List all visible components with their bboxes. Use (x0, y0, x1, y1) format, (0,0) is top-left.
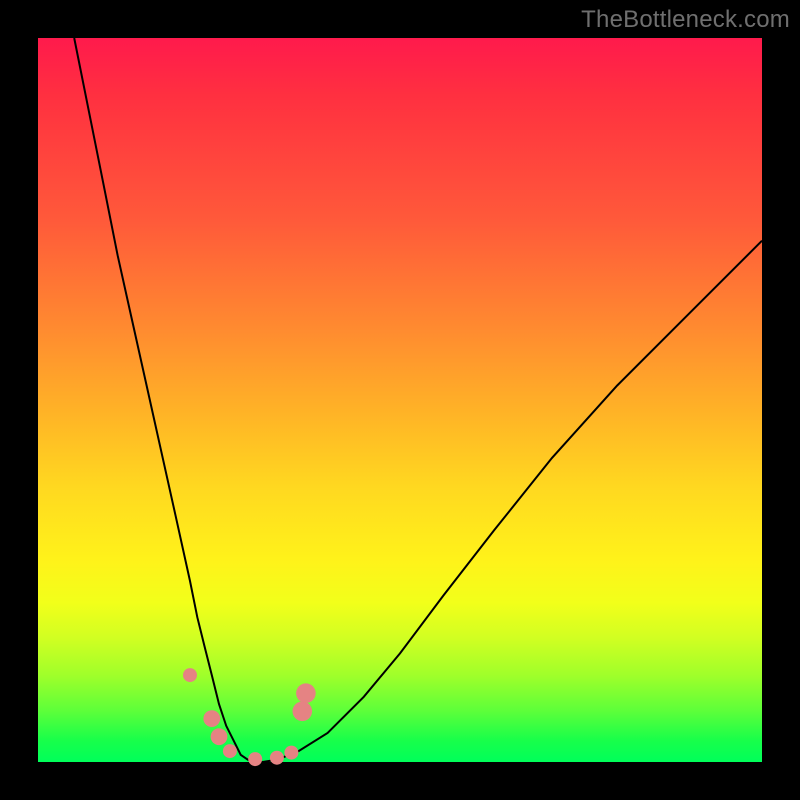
watermark-text: TheBottleneck.com (581, 6, 790, 34)
curve-svg (38, 38, 762, 762)
curve-marker (183, 668, 197, 682)
curve-marker (296, 683, 316, 703)
curve-marker (203, 710, 220, 727)
bottleneck-curve (74, 38, 762, 762)
curve-marker (270, 751, 284, 765)
curve-marker (211, 728, 228, 745)
chart-frame: TheBottleneck.com (0, 0, 800, 800)
curve-marker (284, 746, 298, 760)
curve-marker (293, 702, 313, 722)
plot-area (38, 38, 762, 762)
curve-markers (183, 668, 316, 766)
curve-marker (248, 752, 262, 766)
curve-marker (223, 744, 237, 758)
